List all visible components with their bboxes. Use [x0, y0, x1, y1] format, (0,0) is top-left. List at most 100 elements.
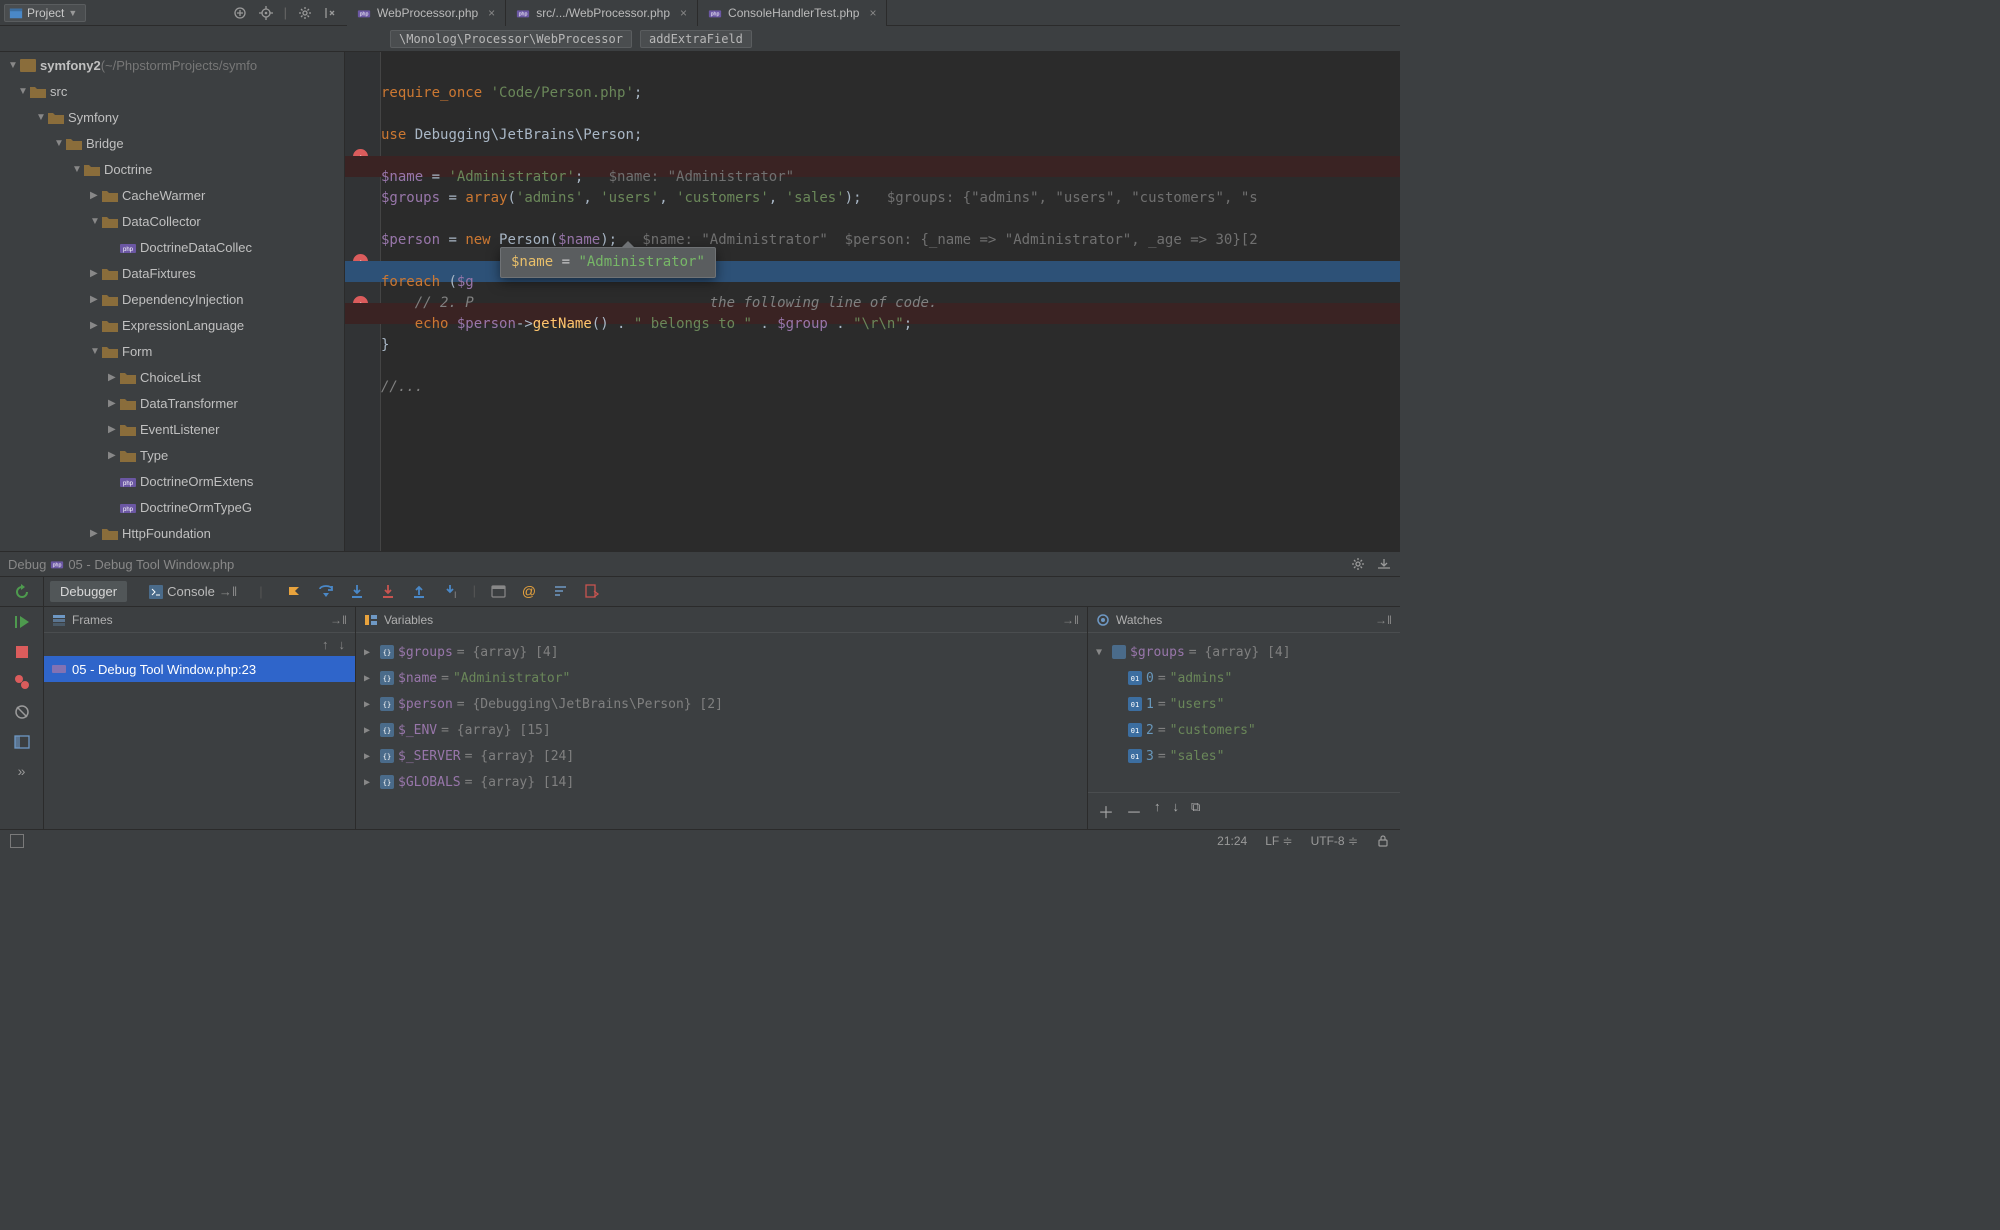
- layout-icon[interactable]: [13, 733, 31, 751]
- tree-item-symfony[interactable]: ▼Symfony: [0, 104, 344, 130]
- tree-item-form[interactable]: ▼Form: [0, 338, 344, 364]
- gear-icon[interactable]: [1350, 556, 1366, 572]
- crumb-method[interactable]: addExtraField: [640, 30, 752, 48]
- expand-icon[interactable]: ▼: [8, 60, 20, 71]
- tree-item-doctrinedatacollec[interactable]: phpDoctrineDataCollec: [0, 234, 344, 260]
- expand-icon[interactable]: ▶: [90, 190, 102, 201]
- evaluate-icon[interactable]: [490, 583, 507, 600]
- expand-icon[interactable]: ▶: [108, 372, 120, 383]
- frame-up-icon[interactable]: ↑: [322, 637, 329, 652]
- tree-item-datatransformer[interactable]: ▶DataTransformer: [0, 390, 344, 416]
- locate-icon[interactable]: [258, 5, 274, 21]
- tab-webprocessor[interactable]: php WebProcessor.php ×: [347, 0, 506, 26]
- tree-item-eventlistener[interactable]: ▶EventListener: [0, 416, 344, 442]
- show-exec-point-icon[interactable]: [287, 583, 304, 600]
- collapse-icon[interactable]: [232, 5, 248, 21]
- sort-icon[interactable]: [552, 583, 569, 600]
- tree-item-choicelist[interactable]: ▶ChoiceList: [0, 364, 344, 390]
- file-encoding[interactable]: UTF-8 ≑: [1311, 834, 1358, 848]
- remove-watch-icon[interactable]: －: [1126, 799, 1142, 823]
- run-to-cursor-icon[interactable]: I: [442, 583, 459, 600]
- expand-icon[interactable]: ▼: [90, 346, 102, 357]
- close-icon[interactable]: ×: [869, 6, 876, 20]
- expand-icon[interactable]: ▼: [72, 164, 84, 175]
- expand-icon[interactable]: ▶: [90, 294, 102, 305]
- tree-item-cachewarmer[interactable]: ▶CacheWarmer: [0, 182, 344, 208]
- output-icon[interactable]: [583, 583, 600, 600]
- tree-item-datafixtures[interactable]: ▶DataFixtures: [0, 260, 344, 286]
- variable-row[interactable]: ▶{} $person = {Debugging\JetBrains\Perso…: [356, 691, 1087, 717]
- watch-item[interactable]: 01 0 = "admins": [1088, 665, 1400, 691]
- step-out-icon[interactable]: [411, 583, 428, 600]
- watch-row[interactable]: ▼ $groups = {array} [4]: [1088, 639, 1400, 665]
- expand-icon[interactable]: ▶: [90, 320, 102, 331]
- tree-item-doctrineormtypeg[interactable]: phpDoctrineOrmTypeG: [0, 494, 344, 520]
- tree-item-doctrine[interactable]: ▼Doctrine: [0, 156, 344, 182]
- close-icon[interactable]: ×: [488, 6, 495, 20]
- hide-icon[interactable]: [1376, 556, 1392, 572]
- project-view-combo[interactable]: Project ▼: [4, 4, 86, 22]
- watch-item[interactable]: 01 3 = "sales": [1088, 743, 1400, 769]
- expand-icon[interactable]: ▶: [364, 777, 376, 788]
- copy-icon[interactable]: ⧉: [1191, 799, 1200, 823]
- variable-row[interactable]: ▶{} $_ENV = {array} [15]: [356, 717, 1087, 743]
- pin-icon[interactable]: →‖: [219, 584, 237, 599]
- expand-icon[interactable]: ▶: [364, 673, 376, 684]
- watch-item[interactable]: 01 1 = "users": [1088, 691, 1400, 717]
- expand-icon[interactable]: ▶: [90, 528, 102, 539]
- expand-icon[interactable]: ▶: [364, 699, 376, 710]
- watch-down-icon[interactable]: ↓: [1173, 799, 1180, 823]
- pin-icon[interactable]: →‖: [1062, 613, 1079, 627]
- code-editor[interactable]: require_once 'Code/Person.php'; use Debu…: [345, 52, 1400, 551]
- gear-icon[interactable]: [297, 5, 313, 21]
- tree-item-bridge[interactable]: ▼Bridge: [0, 130, 344, 156]
- resume-icon[interactable]: [13, 613, 31, 631]
- expand-icon[interactable]: ▼: [54, 138, 66, 149]
- breakpoints-icon[interactable]: [13, 673, 31, 691]
- expand-icon[interactable]: ▼: [18, 86, 30, 97]
- step-over-icon[interactable]: [318, 583, 335, 600]
- pin-icon[interactable]: →‖: [330, 613, 347, 627]
- step-into-icon[interactable]: [349, 583, 366, 600]
- variable-row[interactable]: ▶{} $name = "Administrator": [356, 665, 1087, 691]
- lock-icon[interactable]: [1376, 834, 1390, 848]
- tab-debugger[interactable]: Debugger: [50, 581, 127, 602]
- variable-row[interactable]: ▶{} $groups = {array} [4]: [356, 639, 1087, 665]
- tree-item-src[interactable]: ▼src: [0, 78, 344, 104]
- expand-icon[interactable]: ▶: [364, 751, 376, 762]
- stack-frame[interactable]: 05 - Debug Tool Window.php:23: [44, 656, 355, 682]
- expand-icon[interactable]: ▼: [1096, 647, 1108, 658]
- expand-icon[interactable]: ▼: [36, 112, 48, 123]
- tree-item-type[interactable]: ▶Type: [0, 442, 344, 468]
- crumb-namespace[interactable]: \Monolog\Processor\WebProcessor: [390, 30, 632, 48]
- tree-item-dependencyinjection[interactable]: ▶DependencyInjection: [0, 286, 344, 312]
- expand-icon[interactable]: ▶: [108, 424, 120, 435]
- tab-console[interactable]: Console →‖: [139, 581, 247, 602]
- force-step-into-icon[interactable]: [380, 583, 397, 600]
- tree-item-httpfoundation[interactable]: ▶HttpFoundation: [0, 520, 344, 546]
- expand-icon[interactable]: ▶: [364, 647, 376, 658]
- tree-item-doctrineormextens[interactable]: phpDoctrineOrmExtens: [0, 468, 344, 494]
- more-icon[interactable]: »: [18, 763, 26, 779]
- watch-up-icon[interactable]: ↑: [1154, 799, 1161, 823]
- expand-icon[interactable]: ▶: [364, 725, 376, 736]
- tree-item-expressionlanguage[interactable]: ▶ExpressionLanguage: [0, 312, 344, 338]
- stop-icon[interactable]: [13, 643, 31, 661]
- variable-row[interactable]: ▶{} $GLOBALS = {array} [14]: [356, 769, 1087, 795]
- mute-breakpoints-icon[interactable]: [13, 703, 31, 721]
- expand-icon[interactable]: ▼: [90, 216, 102, 227]
- frame-down-icon[interactable]: ↓: [339, 637, 346, 652]
- expand-icon[interactable]: ▶: [90, 268, 102, 279]
- tab-consolehandler[interactable]: php ConsoleHandlerTest.php ×: [698, 0, 887, 26]
- at-icon[interactable]: @: [521, 583, 538, 600]
- expand-icon[interactable]: ▶: [108, 450, 120, 461]
- pin-icon[interactable]: →‖: [1375, 613, 1392, 627]
- expand-icon[interactable]: ▶: [108, 398, 120, 409]
- add-watch-icon[interactable]: ＋: [1098, 799, 1114, 823]
- tab-webprocessor2[interactable]: php src/.../WebProcessor.php ×: [506, 0, 698, 26]
- variable-row[interactable]: ▶{} $_SERVER = {array} [24]: [356, 743, 1087, 769]
- watch-item[interactable]: 01 2 = "customers": [1088, 717, 1400, 743]
- editor-gutter[interactable]: [345, 52, 381, 551]
- hide-icon[interactable]: [323, 5, 339, 21]
- close-icon[interactable]: ×: [680, 6, 687, 20]
